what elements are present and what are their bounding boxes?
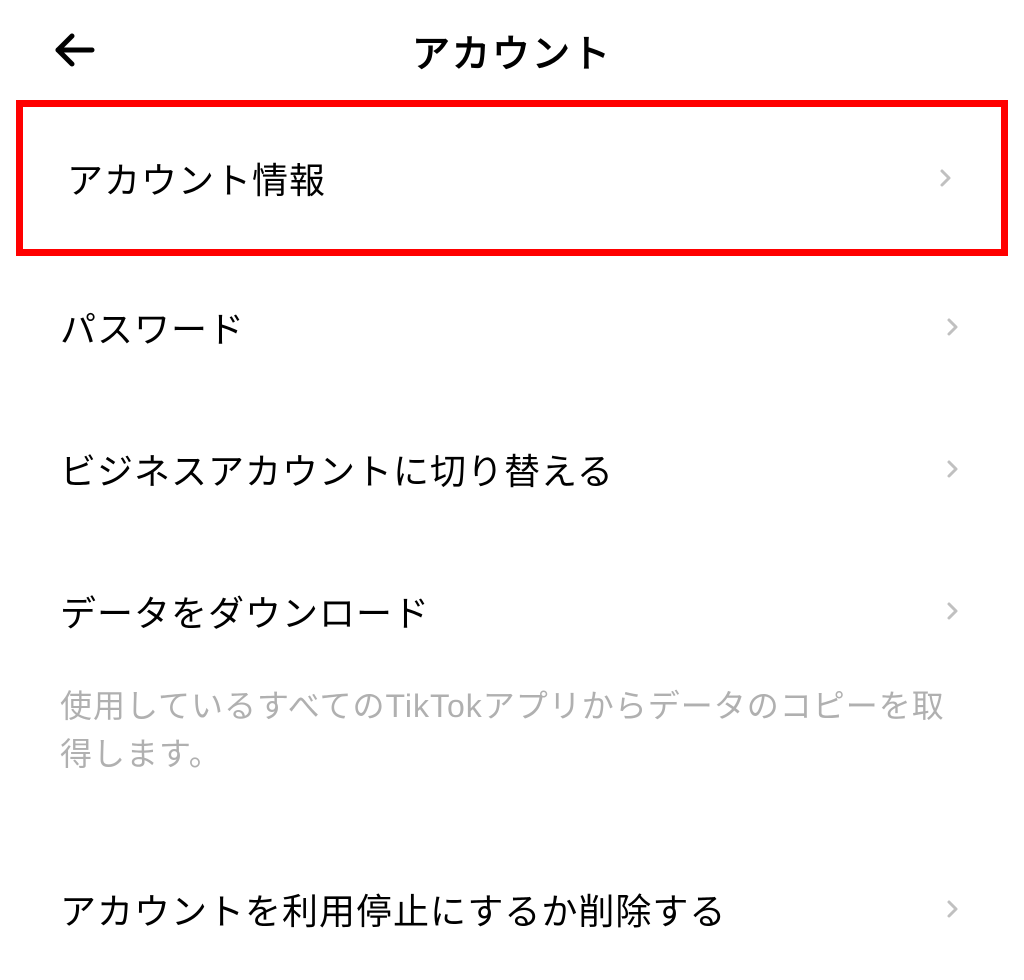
chevron-right-icon xyxy=(940,315,964,339)
page-title: アカウント xyxy=(412,23,612,78)
back-arrow-icon xyxy=(50,26,98,74)
list-item-account-info[interactable]: アカウント情報 xyxy=(16,100,1008,256)
chevron-right-icon xyxy=(933,166,957,190)
chevron-right-icon xyxy=(940,457,964,481)
list-item-download-data[interactable]: データをダウンロード xyxy=(0,540,1024,682)
back-button[interactable] xyxy=(50,26,98,74)
list-item-label: アカウントを利用停止にするか削除する xyxy=(60,883,726,935)
spacer xyxy=(0,808,1024,838)
settings-list: アカウント情報 パスワード ビジネスアカウントに切り替える データをダウンロード xyxy=(0,100,1024,980)
header: アカウント xyxy=(0,0,1024,100)
chevron-right-icon xyxy=(940,897,964,921)
list-item-label: データをダウンロード xyxy=(60,585,430,637)
list-item-deactivate-delete[interactable]: アカウントを利用停止にするか削除する xyxy=(0,838,1024,980)
list-item-label: アカウント情報 xyxy=(67,152,326,204)
chevron-right-icon xyxy=(940,599,964,623)
list-item-password[interactable]: パスワード xyxy=(0,256,1024,398)
list-item-description: 使用しているすべてのTikTokアプリからデータのコピーを取得します。 xyxy=(0,682,1024,808)
list-item-switch-business[interactable]: ビジネスアカウントに切り替える xyxy=(0,398,1024,540)
list-item-label: ビジネスアカウントに切り替える xyxy=(60,443,614,495)
list-item-label: パスワード xyxy=(60,301,245,353)
